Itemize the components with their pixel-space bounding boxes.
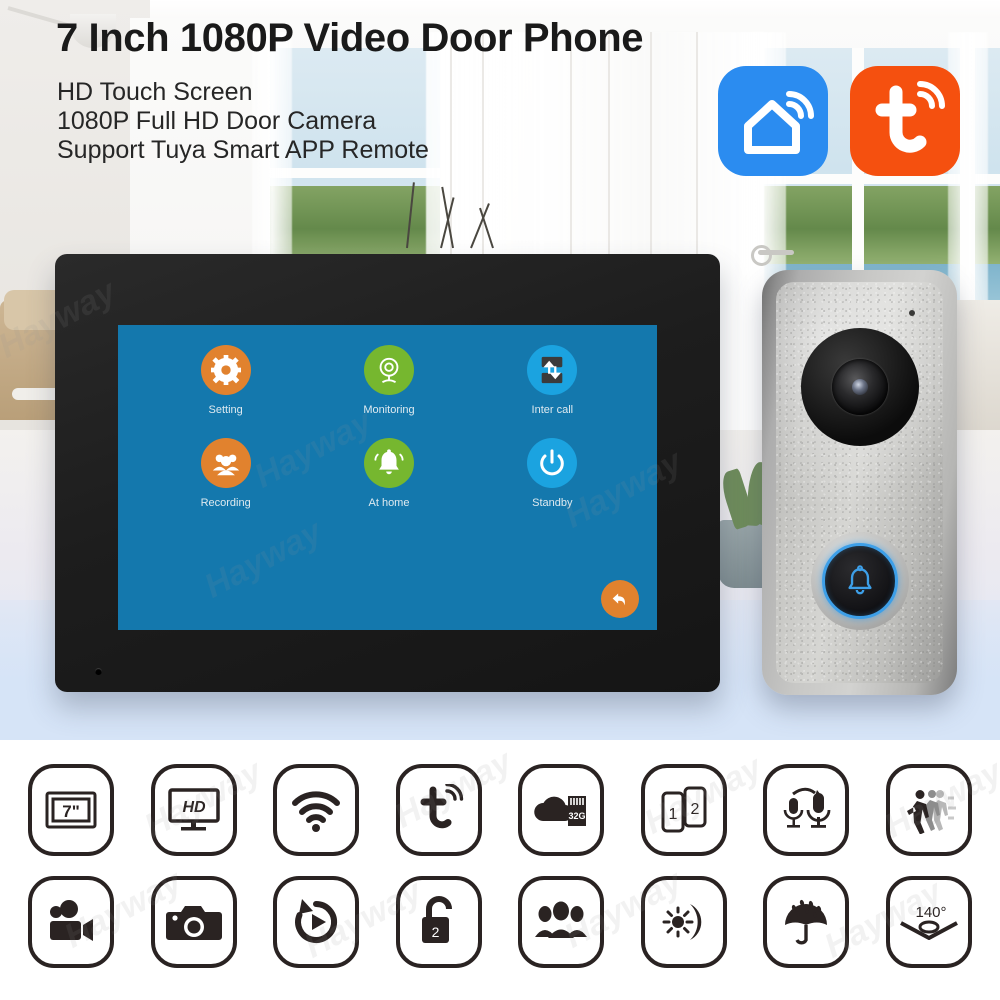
setting-button[interactable]	[200, 345, 251, 395]
feature-cloud-sdcard: 32G	[518, 764, 605, 856]
menu-item-setting[interactable]: Setting	[144, 345, 307, 416]
standby-button[interactable]	[527, 438, 578, 488]
feature-row-2: 2 140°	[28, 876, 972, 968]
back-button[interactable]	[601, 580, 639, 618]
menu-item-standby[interactable]: Standby	[471, 438, 634, 509]
feature-wifi	[273, 764, 360, 856]
menu-label: Monitoring	[363, 404, 415, 416]
hd-monitor-icon: HD	[167, 788, 220, 831]
monitor-microphone	[95, 668, 102, 675]
feature-row-1: 7" HD 32G 1 2	[28, 764, 972, 856]
door-station	[762, 270, 957, 695]
svg-text:140°: 140°	[915, 904, 946, 921]
svg-text:32G: 32G	[569, 811, 586, 821]
indoor-monitor: Setting Monitoring Inter call Recording …	[55, 254, 720, 692]
svg-text:7": 7"	[62, 802, 80, 821]
app-logo-group	[718, 66, 960, 176]
wifi-icon	[292, 791, 341, 832]
monitoring-button[interactable]	[363, 345, 414, 395]
subtitle-3: Support Tuya Smart APP Remote	[57, 136, 429, 164]
feature-waterproof	[763, 876, 850, 968]
bell-button-ring	[810, 532, 909, 630]
cloud-sdcard-icon: 32G	[534, 796, 587, 826]
subtitle-1: HD Touch Screen	[57, 78, 253, 106]
menu-label: Recording	[200, 497, 251, 509]
menu-item-at-home[interactable]: At home	[307, 438, 470, 509]
menu-label: Standby	[532, 497, 573, 509]
svg-text:2: 2	[431, 924, 439, 940]
door-handle	[751, 245, 794, 266]
wide-angle-icon: 140°	[899, 904, 958, 940]
bell-icon	[374, 449, 404, 475]
hero-section: 7 Inch 1080P Video Door Phone HD Touch S…	[0, 0, 1000, 740]
feature-icon-section: 7" HD 32G 1 2 2 140° Hayway Hayway Haywa…	[0, 740, 1000, 1000]
tuya-logo	[850, 66, 960, 176]
page-title: 7 Inch 1080P Video Door Phone	[56, 16, 644, 60]
bell-button[interactable]	[821, 543, 898, 619]
outdoor-greenery	[270, 186, 440, 264]
house-wifi-icon	[744, 91, 814, 154]
snapshot-camera-icon	[165, 906, 222, 940]
feature-multi-user	[518, 876, 605, 968]
gear-icon	[210, 355, 241, 385]
tuya-t-wifi-icon	[875, 81, 945, 153]
webcam-icon	[379, 357, 399, 384]
waterproof-icon	[785, 899, 828, 945]
feature-two-phones: 1 2	[640, 764, 727, 856]
menu-label: Setting	[208, 404, 243, 416]
doorbell-faceplate	[776, 282, 943, 683]
motion-detection-icon	[906, 790, 956, 834]
back-arrow-icon	[612, 593, 625, 606]
feature-screen-size: 7"	[28, 764, 114, 856]
svg-text:HD: HD	[182, 799, 206, 816]
feature-snapshot	[150, 876, 237, 968]
main-menu-grid: Setting Monitoring Inter call Recording …	[144, 345, 634, 509]
doorbell-bell-icon	[847, 565, 872, 595]
video-record-icon	[50, 900, 93, 941]
microphone-hole	[909, 310, 915, 316]
playback-icon	[295, 899, 338, 943]
menu-label: Inter call	[531, 404, 574, 416]
tuya-icon	[420, 784, 463, 829]
feature-tuya	[395, 764, 482, 856]
menu-item-recording[interactable]: Recording	[144, 438, 307, 509]
monitor-screen[interactable]: Setting Monitoring Inter call Recording …	[118, 325, 657, 630]
people-icon	[212, 454, 239, 476]
intercom-icon	[542, 356, 563, 384]
feature-playback	[273, 876, 360, 968]
camera-lens	[831, 359, 888, 415]
menu-label: At home	[368, 497, 410, 509]
power-icon	[540, 449, 565, 476]
two-phones-icon: 1 2	[661, 786, 707, 833]
feature-day-night	[640, 876, 727, 968]
subtitle-2: 1080P Full HD Door Camera	[57, 107, 377, 135]
recording-button[interactable]	[200, 438, 251, 488]
menu-item-inter-call[interactable]: Inter call	[471, 345, 634, 416]
feature-video-record	[28, 876, 114, 968]
unlock-icon: 2	[421, 896, 452, 943]
two-way-audio-icon	[784, 787, 831, 828]
feature-hd: HD	[150, 764, 237, 856]
feature-unlock: 2	[395, 876, 482, 968]
smart-life-logo	[718, 66, 828, 176]
inter-call-button[interactable]	[527, 345, 578, 395]
screen-size-icon: 7"	[45, 791, 97, 829]
multi-user-icon	[535, 901, 588, 938]
feature-two-way-audio	[763, 764, 850, 856]
feature-wide-angle: 140°	[885, 876, 972, 968]
camera-lens-plate	[800, 328, 919, 446]
day-night-icon	[662, 904, 702, 940]
lens-glint	[851, 379, 868, 395]
subtitle-list: HD Touch Screen 1080P Full HD Door Camer…	[57, 78, 429, 165]
svg-text:1: 1	[668, 806, 677, 823]
feature-motion-detection	[885, 764, 972, 856]
svg-text:2: 2	[690, 801, 699, 818]
menu-item-monitoring[interactable]: Monitoring	[307, 345, 470, 416]
at-home-button[interactable]	[363, 438, 414, 488]
